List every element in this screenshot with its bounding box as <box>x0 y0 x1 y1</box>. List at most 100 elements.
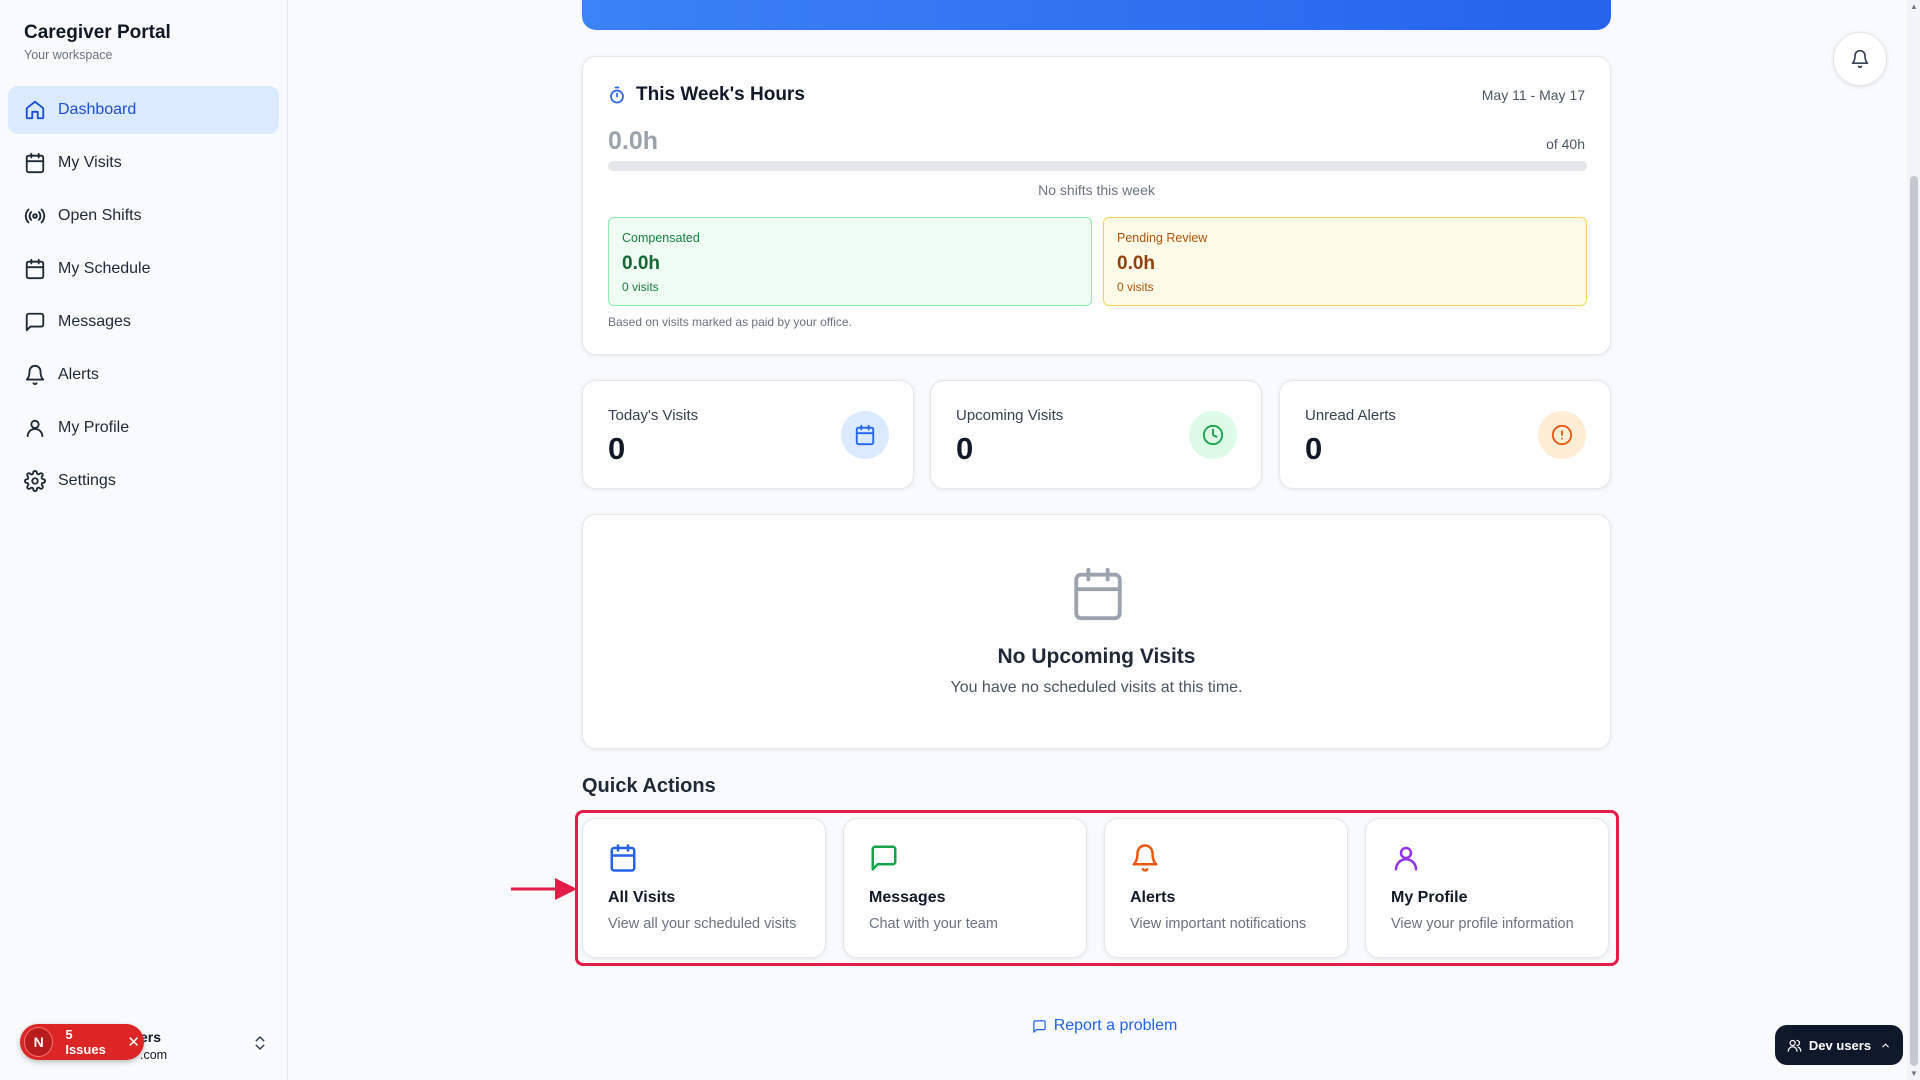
unread-alerts-card[interactable]: Unread Alerts 0 <box>1279 380 1611 489</box>
sidebar-item-label: My Profile <box>58 419 130 436</box>
report-problem-link[interactable]: Report a problem <box>289 1017 1920 1035</box>
sidebar-item-settings[interactable]: Settings <box>8 457 279 505</box>
pending-label: Pending Review <box>1117 231 1208 245</box>
hours-note: Based on visits marked as paid by your o… <box>608 315 852 329</box>
arrow-right-icon <box>511 878 577 900</box>
quick-action-desc: Chat with your team <box>869 916 998 932</box>
bell-icon <box>25 365 45 386</box>
dev-users-button[interactable]: Dev users <box>1775 1025 1903 1065</box>
notifications-button[interactable] <box>1833 32 1887 86</box>
sidebar-item-label: My Schedule <box>58 260 151 277</box>
calendar-icon <box>25 152 45 174</box>
quick-action-all-visits[interactable]: All Visits View all your scheduled visit… <box>582 818 826 958</box>
gear-icon <box>24 470 46 492</box>
quick-action-name: Alerts <box>1130 889 1176 906</box>
alert-circle-icon <box>1551 424 1573 446</box>
pending-visits: 0 visits <box>1117 280 1154 294</box>
week-range: May 11 - May 17 <box>1481 87 1585 103</box>
no-shifts-text: No shifts this week <box>1038 182 1155 198</box>
calendar-icon <box>855 424 875 446</box>
close-icon[interactable]: ✕ <box>127 1033 140 1051</box>
sidebar-item-label: Dashboard <box>58 101 137 118</box>
sidebar-item-label: Messages <box>58 313 131 330</box>
user-email: .com <box>140 1048 168 1062</box>
metric-icon-bg <box>1538 411 1586 459</box>
quick-action-name: All Visits <box>608 889 676 906</box>
pending-value: 0.0h <box>1117 253 1156 274</box>
brand: Caregiver Portal Your workspace <box>0 0 287 62</box>
sidebar-item-label: Alerts <box>58 366 99 383</box>
quick-action-desc: View important notifications <box>1130 916 1307 932</box>
main-content: This Week's Hours May 11 - May 17 0.0h o… <box>289 0 1920 1080</box>
sidebar-item-alerts[interactable]: Alerts <box>8 351 279 399</box>
stopwatch-icon <box>610 86 624 104</box>
empty-subtitle: You have no scheduled visits at this tim… <box>950 679 1243 696</box>
sidebar-item-my-visits[interactable]: My Visits <box>8 139 279 187</box>
quick-action-messages[interactable]: Messages Chat with your team <box>843 818 1087 958</box>
broadcast-icon <box>24 208 46 224</box>
chevron-up-down-icon <box>255 1036 265 1050</box>
todays-visits-card[interactable]: Today's Visits 0 <box>582 380 914 489</box>
user-icon <box>1394 846 1418 871</box>
flag-message-icon <box>1032 1019 1046 1033</box>
scrollbar-thumb[interactable] <box>1910 176 1918 1066</box>
sidebar-item-my-schedule[interactable]: My Schedule <box>8 245 279 293</box>
dev-users-label: Dev users <box>1808 1037 1872 1053</box>
chevron-up-icon <box>1882 1043 1889 1047</box>
compensated-visits: 0 visits <box>622 280 659 294</box>
empty-title: No Upcoming Visits <box>997 645 1196 668</box>
bell-icon <box>1851 49 1869 69</box>
metric-icon-bg <box>1189 411 1237 459</box>
message-icon <box>25 312 45 332</box>
issues-initial: N <box>24 1027 54 1057</box>
sidebar-item-label: Open Shifts <box>58 207 142 224</box>
metric-value: 0 <box>956 431 974 466</box>
scroll-up-icon[interactable]: ▲ <box>1910 2 1918 11</box>
users-icon <box>1787 1039 1802 1052</box>
welcome-banner <box>582 0 1611 30</box>
sidebar-item-label: Settings <box>58 472 116 489</box>
metric-value: 0 <box>1305 431 1323 466</box>
metric-value: 0 <box>608 431 626 466</box>
hours-goal: of 40h <box>1546 136 1585 152</box>
sidebar-item-my-profile[interactable]: My Profile <box>8 404 279 452</box>
hours-progress-bar <box>608 161 1587 171</box>
upcoming-visits-empty-state: No Upcoming Visits You have no scheduled… <box>582 514 1611 749</box>
quick-action-name: My Profile <box>1391 889 1468 906</box>
sidebar-item-messages[interactable]: Messages <box>8 298 279 346</box>
sidebar-item-open-shifts[interactable]: Open Shifts <box>8 192 279 240</box>
issues-badge[interactable]: N 5 Issues ✕ <box>20 1024 144 1060</box>
calendar-icon <box>1074 567 1122 621</box>
quick-action-desc: View all your scheduled visits <box>608 916 797 932</box>
sidebar: Caregiver Portal Your workspace Dashboar… <box>0 0 288 1080</box>
quick-action-my-profile[interactable]: My Profile View your profile information <box>1365 818 1609 958</box>
metric-label: Unread Alerts <box>1305 407 1396 424</box>
report-problem-label: Report a problem <box>1053 1017 1178 1034</box>
compensated-value: 0.0h <box>622 253 661 274</box>
metric-icon-bg <box>841 411 889 459</box>
hours-value: 0.0h <box>608 127 659 155</box>
issues-label: 5 Issues <box>65 1027 106 1057</box>
scroll-down-icon[interactable]: ▼ <box>1910 1069 1918 1078</box>
hours-title: This Week's Hours <box>636 84 805 105</box>
user-icon <box>26 419 44 438</box>
compensated-box: Compensated 0.0h 0 visits <box>608 217 1092 306</box>
metric-label: Upcoming Visits <box>956 407 1064 424</box>
quick-action-alerts[interactable]: Alerts View important notifications <box>1104 818 1348 958</box>
hours-header: This Week's Hours <box>608 84 805 106</box>
scrollbar[interactable]: ▲ ▼ <box>1907 0 1920 1080</box>
home-icon <box>25 100 45 120</box>
brand-subtitle: Your workspace <box>24 48 113 62</box>
sidebar-item-label: My Visits <box>58 154 122 171</box>
upcoming-visits-card[interactable]: Upcoming Visits 0 <box>930 380 1262 489</box>
bell-icon <box>1132 844 1158 872</box>
metric-label: Today's Visits <box>608 407 699 424</box>
quick-action-name: Messages <box>869 889 946 906</box>
sidebar-item-dashboard[interactable]: Dashboard <box>8 86 279 134</box>
brand-title: Caregiver Portal <box>24 22 171 43</box>
sidebar-nav: Dashboard My Visits Open Shifts My Sched… <box>0 86 287 505</box>
message-icon <box>871 845 897 871</box>
calendar-icon <box>25 258 45 280</box>
weekly-hours-card: This Week's Hours May 11 - May 17 0.0h o… <box>582 56 1611 355</box>
compensated-label: Compensated <box>622 231 700 245</box>
